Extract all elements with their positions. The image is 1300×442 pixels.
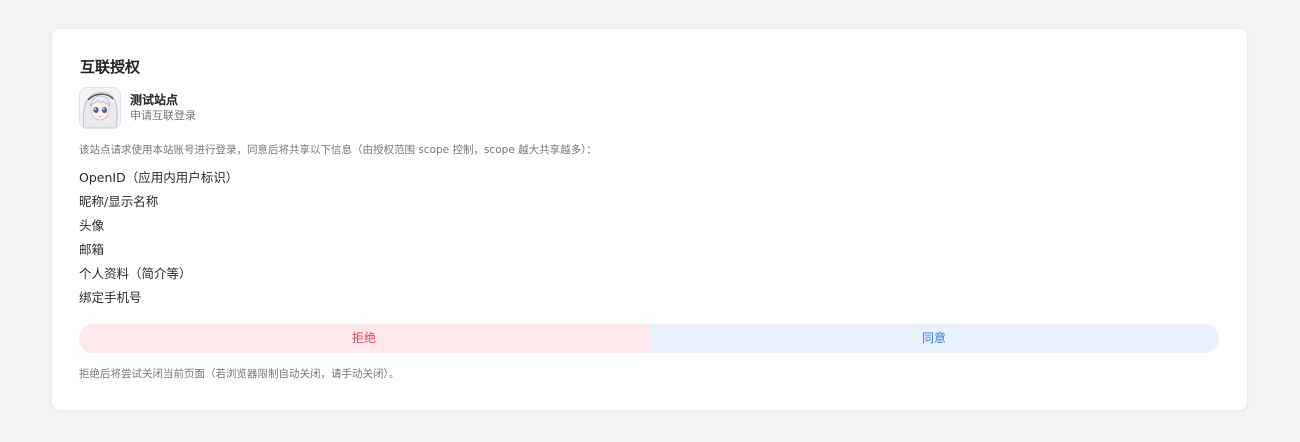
scope-item-nickname: 昵称/显示名称 xyxy=(79,194,159,209)
site-subtitle: 申请互联登录 xyxy=(130,109,196,122)
page-title: 互联授权 xyxy=(80,58,141,76)
site-name: 测试站点 xyxy=(130,93,179,107)
deny-button[interactable]: 拒绝 xyxy=(79,324,649,353)
scope-item-openid: OpenID（应用内用户标识） xyxy=(79,170,239,185)
scope-item-profile: 个人资料（简介等） xyxy=(79,266,192,281)
allow-button[interactable]: 同意 xyxy=(649,324,1219,353)
scope-item-phone: 绑定手机号 xyxy=(79,290,142,305)
authorization-description: 该站点请求使用本站账号进行登录，同意后将共享以下信息（由授权范围 scope 控… xyxy=(79,144,597,156)
authorization-card: 互联授权 测试站点 申请互联登录 该站点请求使用本站账号进行登录，同意后将共享以… xyxy=(52,29,1247,410)
site-info: 测试站点 申请互联登录 xyxy=(79,87,196,129)
anime-character-avatar-icon xyxy=(80,88,120,128)
scope-item-email: 邮箱 xyxy=(79,242,105,257)
scope-list: OpenID（应用内用户标识） 昵称/显示名称 头像 邮箱 个人资料（简介等） … xyxy=(79,166,238,310)
scope-item-avatar: 头像 xyxy=(79,218,105,233)
action-buttons: 拒绝 同意 xyxy=(79,324,1219,353)
site-avatar xyxy=(79,87,121,129)
deny-footnote: 拒绝后将尝试关闭当前页面（若浏览器限制自动关闭，请手动关闭）。 xyxy=(79,368,400,380)
